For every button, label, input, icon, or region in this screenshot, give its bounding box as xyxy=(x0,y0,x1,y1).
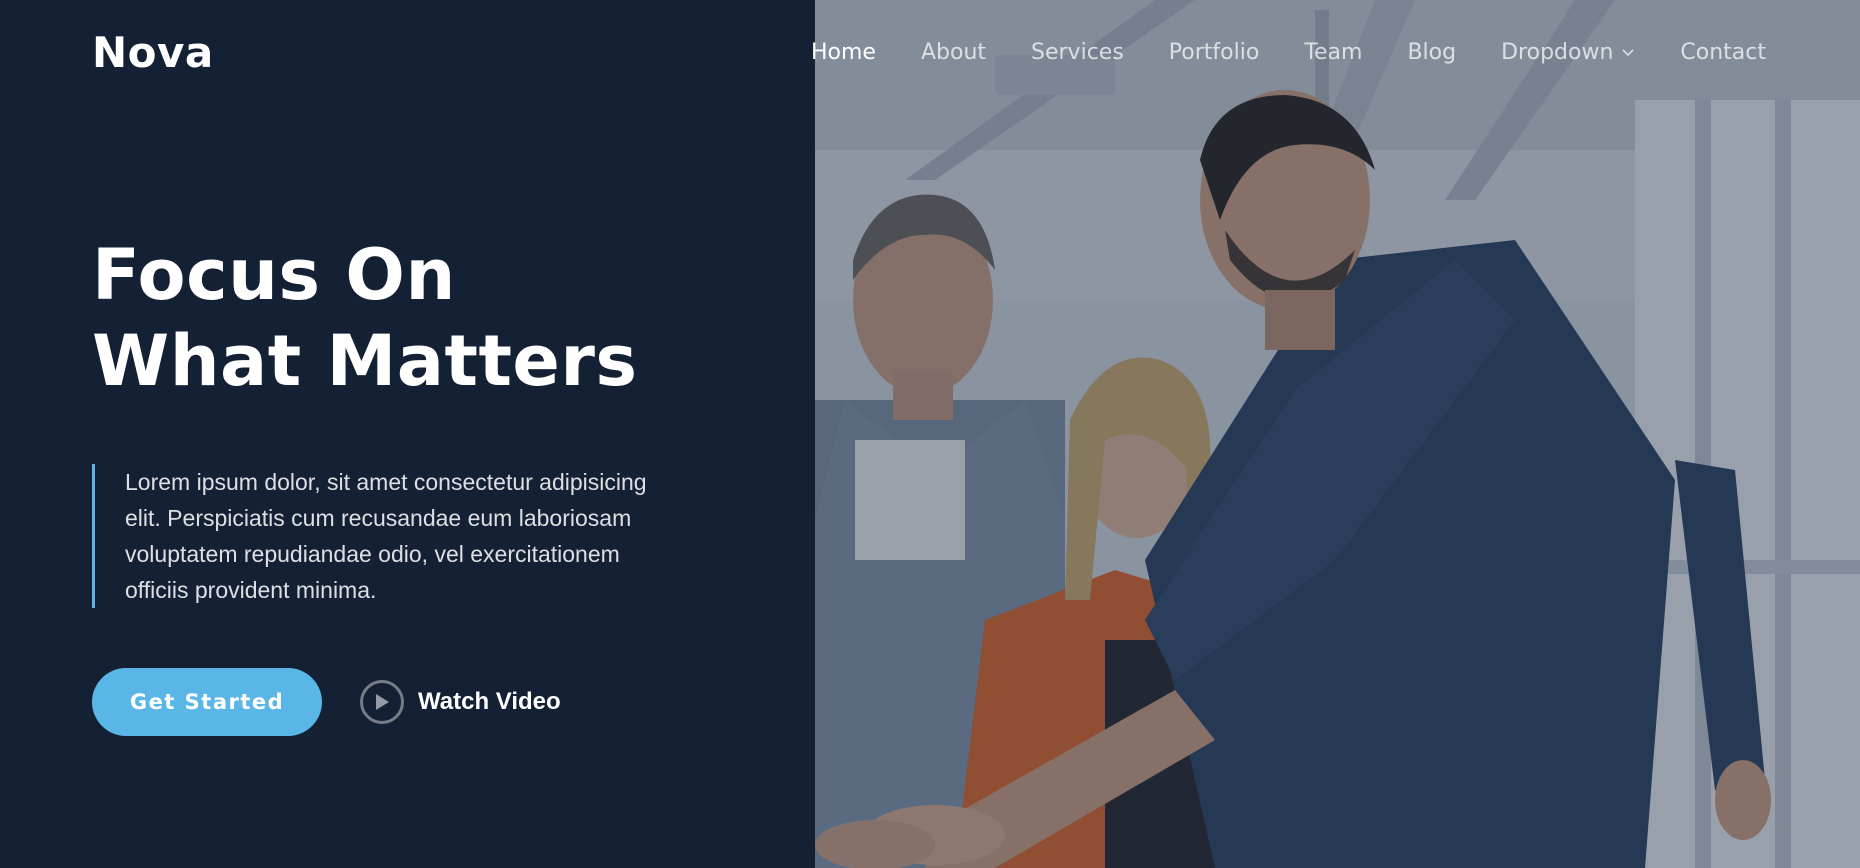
nav-about[interactable]: About xyxy=(921,40,986,65)
hero-title: Focus On What Matters xyxy=(92,232,792,404)
nav-home[interactable]: Home xyxy=(811,40,876,65)
page: Nova Home About Services Portfolio Team … xyxy=(0,0,1860,868)
chevron-down-icon xyxy=(1622,48,1634,56)
hero-cta-row: Get Started Watch Video xyxy=(92,668,561,736)
nav-blog-label: Blog xyxy=(1407,40,1457,65)
nav-dropdown-label: Dropdown xyxy=(1501,40,1614,65)
watch-video-link[interactable]: Watch Video xyxy=(360,680,561,724)
nav-services[interactable]: Services xyxy=(1031,40,1124,65)
nav-portfolio-label: Portfolio xyxy=(1168,40,1260,65)
nav-blog[interactable]: Blog xyxy=(1407,40,1456,65)
play-icon[interactable] xyxy=(360,680,404,724)
main-nav: Home About Services Portfolio Team Blog … xyxy=(811,40,1766,65)
nav-dropdown[interactable]: Dropdown xyxy=(1501,40,1635,65)
site-logo[interactable]: Nova xyxy=(92,28,214,77)
hero-title-line-1: Focus On xyxy=(92,234,456,316)
get-started-button[interactable]: Get Started xyxy=(92,668,322,736)
nav-portfolio[interactable]: Portfolio xyxy=(1169,40,1260,65)
nav-team-label: Team xyxy=(1304,40,1363,65)
nav-contact[interactable]: Contact xyxy=(1680,40,1766,65)
nav-team[interactable]: Team xyxy=(1304,40,1362,65)
nav-about-label: About xyxy=(920,40,987,65)
hero-left-panel xyxy=(0,0,815,868)
watch-video-label: Watch Video xyxy=(418,688,561,715)
team-photo-illustration xyxy=(815,0,1860,868)
nav-contact-label: Contact xyxy=(1680,40,1766,65)
hero-description: Lorem ipsum dolor, sit amet consectetur … xyxy=(92,464,665,608)
hero-image xyxy=(815,0,1860,868)
hero-title-line-2: What Matters xyxy=(92,320,638,402)
nav-services-label: Services xyxy=(1031,40,1124,65)
nav-home-label: Home xyxy=(811,40,876,65)
